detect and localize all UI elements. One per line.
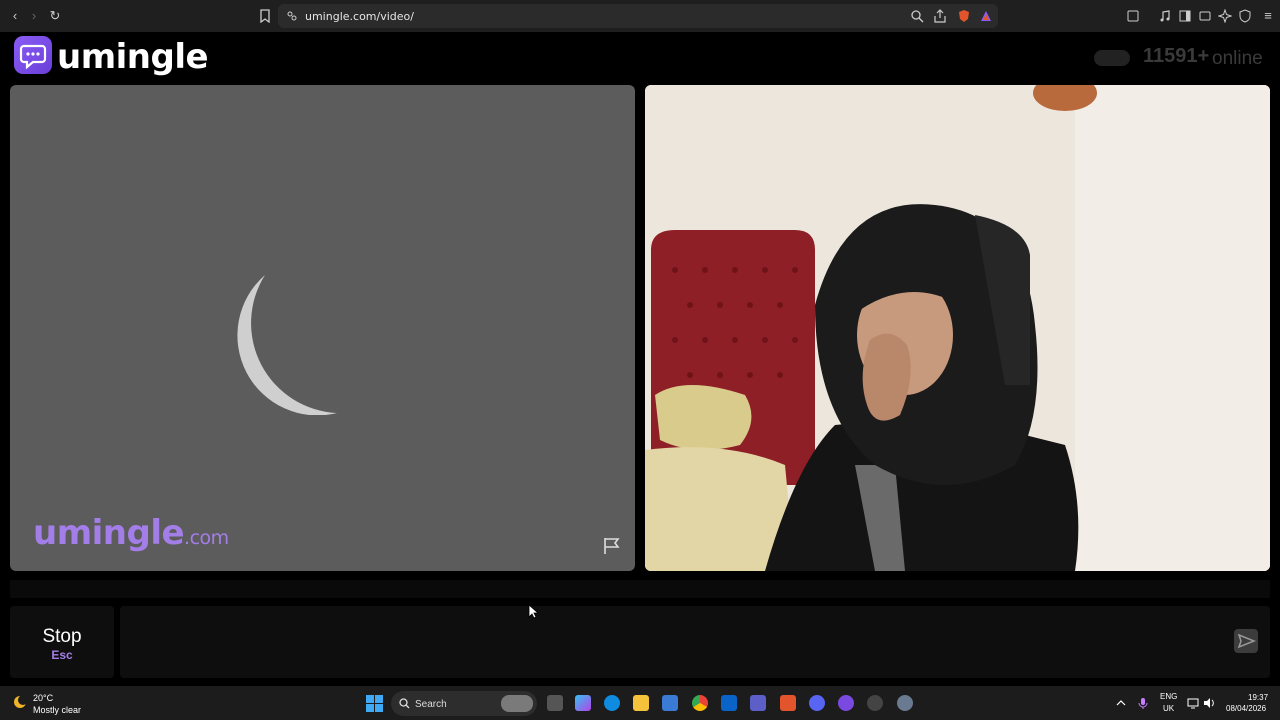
vpn-shield-icon[interactable]: [1238, 9, 1252, 23]
file-explorer-icon[interactable]: [633, 695, 649, 711]
logo-text[interactable]: umingle: [57, 37, 209, 77]
menu-icon[interactable]: ≡: [1260, 8, 1276, 24]
task-view-icon[interactable]: [547, 695, 563, 711]
chat-input[interactable]: [120, 606, 1270, 678]
tab-search-icon[interactable]: [1126, 9, 1140, 23]
clock-date[interactable]: 08/04/2026: [1226, 704, 1266, 713]
brave-rewards-icon[interactable]: [979, 9, 993, 23]
copilot-icon[interactable]: [575, 695, 591, 711]
online-label: online: [1212, 48, 1263, 69]
search-highlight-icon: [501, 695, 533, 712]
app-icon-purple[interactable]: [838, 695, 854, 711]
reload-icon[interactable]: ↻: [47, 8, 63, 24]
back-icon[interactable]: ‹: [7, 8, 23, 24]
windows-start-icon[interactable]: [366, 695, 383, 712]
stranger-video-panel: umingle.com: [10, 85, 635, 571]
logo-icon[interactable]: [14, 36, 52, 74]
weather-desc[interactable]: Mostly clear: [33, 705, 81, 715]
settings-icon[interactable]: [897, 695, 913, 711]
tray-chevron-up-icon[interactable]: [1115, 697, 1127, 709]
share-icon[interactable]: [933, 9, 947, 23]
media-icon[interactable]: [1158, 9, 1172, 23]
teams-icon[interactable]: [750, 695, 766, 711]
leo-ai-icon[interactable]: [1218, 9, 1232, 23]
url-text[interactable]: umingle.com/video/: [305, 10, 414, 23]
stop-key-hint: Esc: [51, 648, 73, 662]
wallet-icon[interactable]: [1198, 9, 1212, 23]
brave-shield-icon[interactable]: [957, 9, 971, 23]
online-toggle[interactable]: [1094, 50, 1130, 66]
weather-moon-icon[interactable]: [12, 694, 28, 710]
stop-button[interactable]: Stop Esc: [10, 606, 114, 678]
discord-icon[interactable]: [809, 695, 825, 711]
loading-spinner-icon: [237, 275, 337, 415]
weather-temp[interactable]: 20°C: [33, 693, 53, 703]
report-flag-icon[interactable]: [602, 537, 622, 555]
windows-taskbar: 20°C Mostly clear Search ENG UK 19:37 08…: [0, 686, 1280, 720]
sidebar-icon[interactable]: [1178, 9, 1192, 23]
camera-feed-image: [645, 85, 1270, 571]
edge-icon[interactable]: [604, 695, 620, 711]
stop-label: Stop: [42, 626, 82, 647]
language-code[interactable]: ENG: [1160, 692, 1177, 701]
taskbar-search[interactable]: [391, 691, 537, 716]
clock-time[interactable]: 19:37: [1248, 693, 1268, 702]
bookmark-icon[interactable]: [258, 9, 272, 23]
send-icon: [1237, 633, 1257, 649]
language-region[interactable]: UK: [1163, 704, 1174, 713]
store-icon[interactable]: [662, 695, 678, 711]
zoom-icon[interactable]: [910, 9, 924, 23]
forward-icon[interactable]: ›: [26, 8, 42, 24]
microphone-icon[interactable]: [1137, 697, 1149, 709]
chrome-icon[interactable]: [692, 695, 708, 711]
status-strip: [10, 580, 1270, 598]
self-video-panel: [645, 85, 1270, 571]
site-info-icon[interactable]: [285, 9, 299, 23]
umingle-watermark: umingle.com: [33, 513, 229, 553]
app-icon-recorder[interactable]: [867, 695, 883, 711]
watermark-domain: .com: [184, 527, 229, 549]
mouse-cursor-icon: [528, 604, 538, 619]
volume-icon[interactable]: [1203, 697, 1215, 709]
search-label[interactable]: Search: [415, 699, 447, 710]
brave-browser-icon[interactable]: [780, 695, 796, 711]
online-count: 11591+: [1143, 45, 1210, 67]
search-icon: [399, 698, 410, 709]
outlook-icon[interactable]: [721, 695, 737, 711]
network-icon[interactable]: [1187, 697, 1199, 709]
watermark-main: umingle: [33, 513, 185, 553]
browser-toolbar: ‹ › ↻ umingle.com/video/ ≡: [0, 0, 1280, 32]
send-button[interactable]: [1234, 629, 1258, 653]
